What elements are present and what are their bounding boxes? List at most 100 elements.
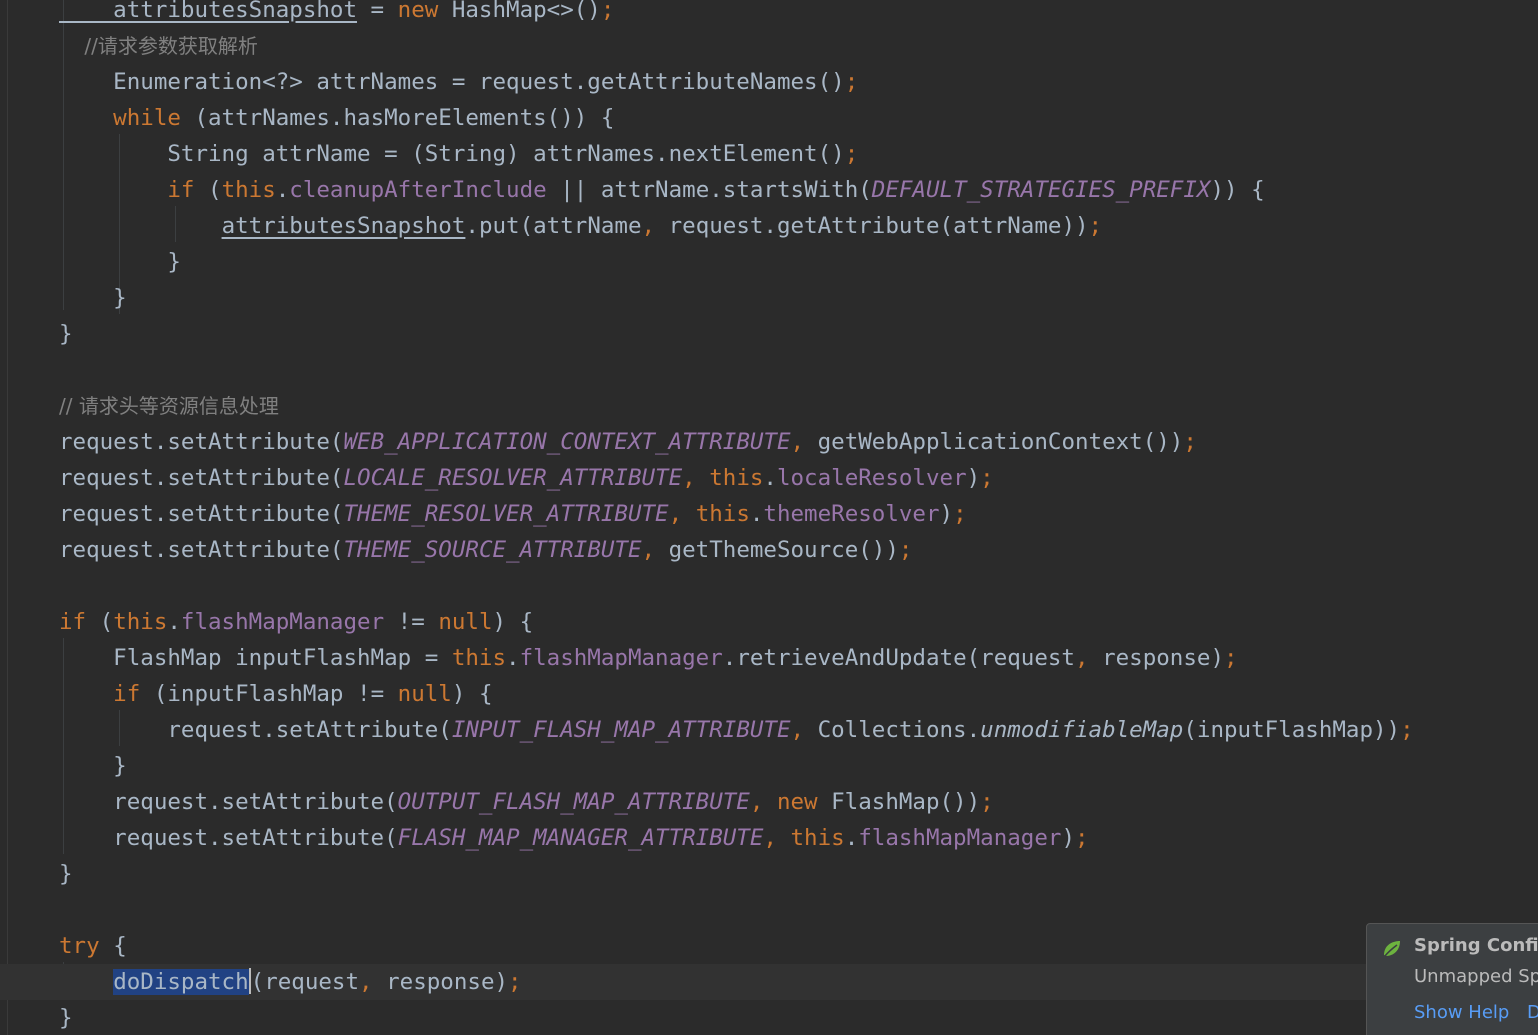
code-token: ;	[980, 465, 994, 491]
code-line[interactable]: if (inputFlashMap != null) {	[0, 676, 1538, 712]
code-line[interactable]: FlashMap inputFlashMap = this.flashMapMa…	[0, 640, 1538, 676]
code-line[interactable]: request.setAttribute(LOCALE_RESOLVER_ATT…	[0, 460, 1538, 496]
code-token: this	[451, 645, 507, 671]
code-token: themeResolver	[763, 501, 940, 527]
code-token: request.getAttribute(attrName))	[668, 213, 1089, 239]
code-token: null	[438, 609, 493, 635]
code-line[interactable]: request.setAttribute(THEME_SOURCE_ATTRIB…	[0, 532, 1538, 568]
code-token: ,	[682, 465, 710, 491]
code-token: }	[59, 285, 127, 311]
code-token: null	[397, 681, 452, 707]
code-token: this	[709, 465, 764, 491]
code-token: (request	[250, 969, 360, 995]
code-line[interactable]: if (this.cleanupAfterInclude || attrName…	[0, 172, 1538, 208]
spring-config-notification[interactable]: Spring Config Unmapped Sp Show Help D	[1366, 923, 1538, 1035]
code-token: flashMapManager	[519, 645, 723, 671]
code-line[interactable]: request.setAttribute(OUTPUT_FLASH_MAP_AT…	[0, 784, 1538, 820]
code-token: new	[776, 789, 832, 815]
code-token: .	[275, 177, 290, 203]
code-line[interactable]: request.setAttribute(FLASH_MAP_MANAGER_A…	[0, 820, 1538, 856]
code-token: response)	[1102, 645, 1224, 671]
code-token: DEFAULT_STRATEGIES_PREFIX	[871, 177, 1211, 203]
code-editor[interactable]: attributesSnapshot = new HashMap<>(); //…	[0, 0, 1538, 1035]
secondary-link[interactable]: D	[1527, 1002, 1538, 1023]
code-token: unmodifiableMap	[980, 717, 1184, 743]
code-token: (	[208, 177, 222, 203]
code-token: LOCALE_RESOLVER_ATTRIBUTE	[343, 465, 683, 491]
code-token: )	[966, 465, 981, 491]
code-token: ) {	[451, 681, 493, 707]
code-token: ,	[668, 501, 696, 527]
code-token: request.setAttribute(	[59, 465, 344, 491]
code-token: ) {	[492, 609, 534, 635]
show-help-link[interactable]: Show Help	[1414, 1002, 1509, 1023]
code-line[interactable]	[0, 568, 1538, 604]
code-token: ,	[790, 717, 818, 743]
code-token: ;	[508, 969, 522, 995]
code-token: request.setAttribute(	[59, 789, 398, 815]
code-line[interactable]: request.setAttribute(THEME_RESOLVER_ATTR…	[0, 496, 1538, 532]
code-token: )	[1061, 825, 1075, 851]
notification-body: Unmapped Sp	[1414, 966, 1538, 987]
code-token: .	[749, 501, 764, 527]
code-token: ,	[359, 969, 387, 995]
code-token: getThemeSource())	[668, 537, 899, 563]
code-token: }	[59, 249, 181, 275]
code-line[interactable]: request.setAttribute(INPUT_FLASH_MAP_ATT…	[0, 712, 1538, 748]
code-line[interactable]: if (this.flashMapManager != null) {	[0, 604, 1538, 640]
code-token: ,	[763, 825, 791, 851]
code-line[interactable]: String attrName = (String) attrNames.nex…	[0, 136, 1538, 172]
code-token: .	[506, 645, 520, 671]
code-token: (inputFlashMap))	[1183, 717, 1401, 743]
code-token: ;	[1400, 717, 1414, 743]
code-token: Collections.	[817, 717, 981, 743]
code-line[interactable]	[0, 352, 1538, 388]
code-line[interactable]: doDispatch(request, response);	[0, 964, 1538, 1000]
code-token: doDispatch	[113, 969, 249, 995]
code-line[interactable]: }	[0, 280, 1538, 316]
code-token: // 请求头等资源信息处理	[59, 394, 279, 418]
code-token: Enumeration<?> attrNames = request.getAt…	[59, 69, 845, 95]
code-token: String attrName = (String) attrNames.nex…	[59, 141, 845, 167]
code-line[interactable]: while (attrNames.hasMoreElements()) {	[0, 100, 1538, 136]
code-token: if	[59, 609, 100, 635]
code-line[interactable]: }	[0, 244, 1538, 280]
code-line[interactable]: //请求参数获取解析	[0, 28, 1538, 64]
code-line[interactable]: attributesSnapshot.put(attrName, request…	[0, 208, 1538, 244]
code-token: if	[59, 177, 209, 203]
code-token: request.setAttribute(	[59, 825, 398, 851]
code-line[interactable]: Enumeration<?> attrNames = request.getAt…	[0, 64, 1538, 100]
code-line[interactable]: attributesSnapshot = new HashMap<>();	[0, 0, 1538, 28]
code-line[interactable]: try {	[0, 928, 1538, 964]
code-token: request.setAttribute(	[59, 501, 344, 527]
code-token: getWebApplicationContext())	[817, 429, 1184, 455]
code-line[interactable]	[0, 892, 1538, 928]
code-token: ;	[1224, 645, 1238, 671]
code-token: attributesSnapshot	[221, 213, 466, 239]
code-line[interactable]: }	[0, 316, 1538, 352]
code-token: FlashMap())	[831, 789, 981, 815]
code-line[interactable]: }	[0, 856, 1538, 892]
code-token: ,	[641, 537, 669, 563]
code-token: =	[357, 0, 398, 23]
code-token: ;	[844, 141, 859, 167]
code-token: ;	[844, 69, 859, 95]
code-token: HashMap<>()	[451, 0, 601, 23]
code-token: new	[397, 0, 452, 23]
code-token: this	[113, 609, 168, 635]
code-token: INPUT_FLASH_MAP_ATTRIBUTE	[451, 717, 791, 743]
code-line[interactable]: request.setAttribute(WEB_APPLICATION_CON…	[0, 424, 1538, 460]
code-token: (	[99, 609, 114, 635]
code-token: ;	[1074, 825, 1089, 851]
code-line[interactable]: }	[0, 748, 1538, 784]
code-token: ;	[600, 0, 615, 23]
code-token: this	[695, 501, 750, 527]
code-token: request.setAttribute(	[59, 537, 344, 563]
notification-title: Spring Config	[1414, 935, 1538, 956]
code-line[interactable]: // 请求头等资源信息处理	[0, 388, 1538, 424]
code-line[interactable]: }	[0, 1000, 1538, 1035]
code-token: this	[221, 177, 276, 203]
code-token: || attrName.startsWith(	[546, 177, 872, 203]
